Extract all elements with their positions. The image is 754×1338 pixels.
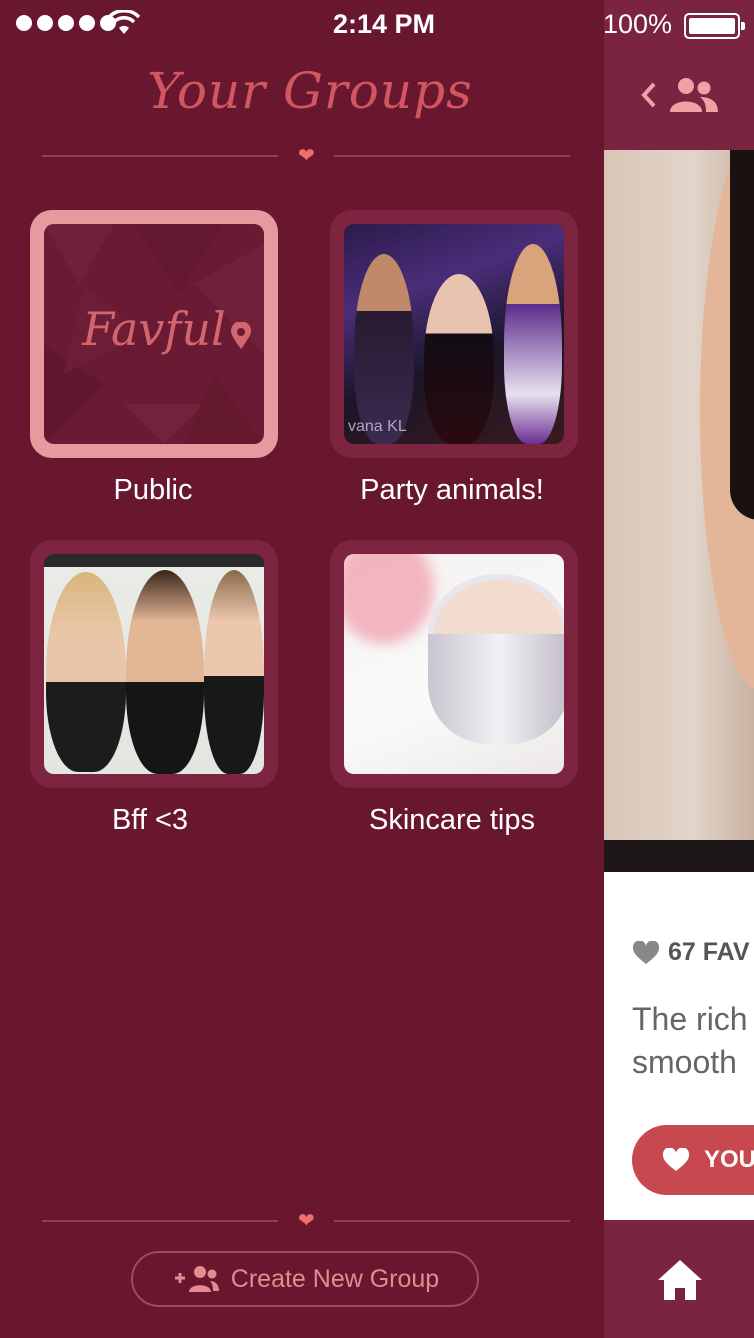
group-tile-bff[interactable] bbox=[30, 540, 278, 788]
status-bar: 2:14 PM 100% bbox=[0, 0, 754, 50]
heart-icon: ❤ bbox=[298, 145, 315, 167]
skincare-photo bbox=[344, 554, 564, 774]
bottom-divider: ❤ bbox=[42, 1211, 570, 1231]
heart-icon: ❤ bbox=[298, 1210, 315, 1232]
bff-photo bbox=[44, 554, 264, 774]
location-pin-icon bbox=[231, 322, 251, 349]
page-title: Your Groups bbox=[147, 62, 473, 120]
group-label-skincare: Skincare tips bbox=[368, 804, 535, 836]
home-icon[interactable] bbox=[656, 1258, 704, 1302]
back-to-groups-icon[interactable] bbox=[640, 76, 724, 116]
favful-logo-image: Favful bbox=[44, 224, 264, 444]
battery-percent: 100% bbox=[602, 9, 672, 39]
groups-drawer: Your Groups ❤ Favful Public vana KL Part… bbox=[0, 0, 604, 1338]
group-tile-public[interactable]: Favful bbox=[30, 210, 278, 458]
create-new-group-label: Create New Group bbox=[230, 1264, 440, 1293]
group-tile-party-animals[interactable]: vana KL bbox=[330, 210, 578, 458]
favourite-button[interactable]: YOU bbox=[632, 1125, 754, 1195]
group-label-public: Public bbox=[113, 474, 193, 506]
main-content: 67 FAV The rich smooth YOU bbox=[604, 0, 754, 1338]
create-new-group-button[interactable]: Create New Group bbox=[131, 1251, 479, 1307]
photo-watermark: vana KL bbox=[348, 418, 407, 435]
product-description: The rich smooth bbox=[632, 1001, 748, 1080]
top-divider: ❤ bbox=[42, 146, 570, 166]
group-label-party-animals: Party animals! bbox=[360, 474, 544, 506]
add-group-icon bbox=[174, 1266, 219, 1292]
heart-icon bbox=[662, 1148, 690, 1171]
product-photo bbox=[604, 150, 754, 872]
group-label-bff: Bff <3 bbox=[111, 804, 189, 836]
battery-icon bbox=[684, 13, 745, 39]
party-photo: vana KL bbox=[344, 224, 564, 444]
group-tile-skincare[interactable] bbox=[330, 540, 578, 788]
favs-count: 67 FAV bbox=[632, 938, 750, 967]
heart-icon bbox=[632, 940, 660, 964]
bottom-tab-bar bbox=[604, 1220, 754, 1338]
